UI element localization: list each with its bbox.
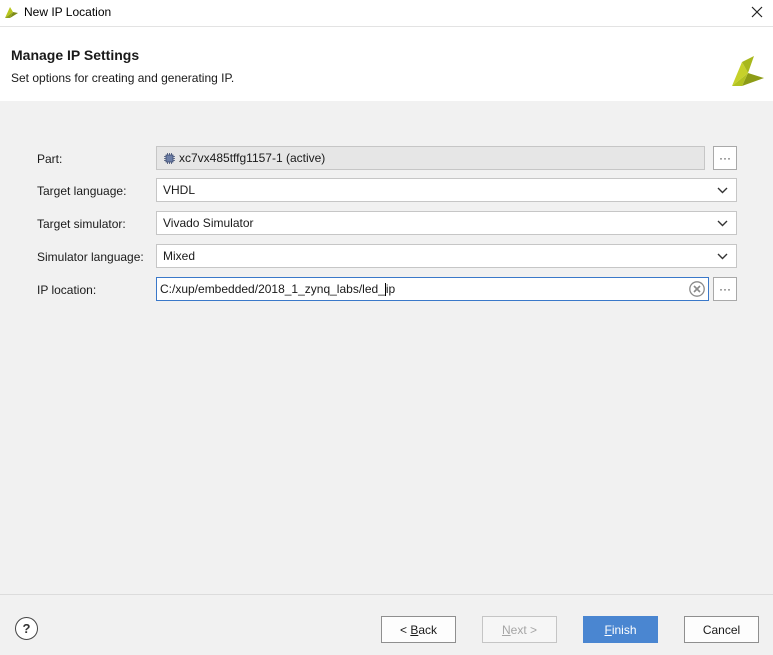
back-mnemonic: B [410,622,419,637]
target-simulator-value: Vivado Simulator [163,216,254,230]
window-title: New IP Location [24,5,112,19]
close-icon [751,6,763,18]
target-language-select[interactable]: VHDL [156,178,737,202]
part-value: xc7vx485tffg1157-1 (active) [179,151,326,165]
next-mnemonic: N [501,622,511,637]
chevron-down-icon [717,220,728,226]
simulator-language-select[interactable]: Mixed [156,244,737,268]
ip-location-browse-button[interactable]: ··· [713,277,737,301]
ip-location-value-after-cursor: ip [385,282,396,296]
finish-button[interactable]: Finish [583,616,658,643]
target-simulator-select[interactable]: Vivado Simulator [156,211,737,235]
back-button[interactable]: < Back [381,616,456,643]
close-button[interactable] [747,2,767,22]
chevron-down-icon [717,187,728,193]
chip-icon [164,152,175,164]
vivado-app-icon [5,7,18,18]
clear-icon[interactable] [689,281,705,297]
ip-location-value-before-cursor: C:/xup/embedded/2018_1_zynq_labs/led_ [160,282,385,296]
target-language-value: VHDL [163,183,196,197]
finish-mnemonic: F [604,622,612,637]
simulator-language-value: Mixed [163,249,196,263]
target-language-label: Target language: [37,184,127,198]
vivado-logo-icon [732,56,764,86]
page-title: Manage IP Settings [11,47,140,63]
wizard-footer: ? < Back Next > Finish Cancel [0,594,773,655]
page-subtitle: Set options for creating and generating … [11,71,235,85]
part-field: xc7vx485tffg1157-1 (active) [156,146,705,170]
help-button[interactable]: ? [15,617,38,640]
part-label: Part: [37,152,63,166]
next-button[interactable]: Next > [482,616,557,643]
ip-location-input[interactable]: C:/xup/embedded/2018_1_zynq_labs/led_ ip [156,277,709,301]
part-browse-button[interactable]: ··· [713,146,737,170]
back-rest: ack [418,622,438,637]
chevron-down-icon [717,253,728,259]
next-rest: ext > [510,622,538,637]
back-prefix: < [399,622,411,637]
simulator-language-label: Simulator language: [37,250,144,264]
finish-rest: inish [611,622,637,637]
target-simulator-label: Target simulator: [37,217,126,231]
cancel-button[interactable]: Cancel [684,616,759,643]
wizard-header: Manage IP Settings Set options for creat… [0,26,773,101]
title-bar: New IP Location [0,0,773,26]
ip-location-label: IP location: [37,283,97,297]
settings-panel: Part: xc7vx485tffg1157-1 (active) ··· Ta… [0,101,773,594]
